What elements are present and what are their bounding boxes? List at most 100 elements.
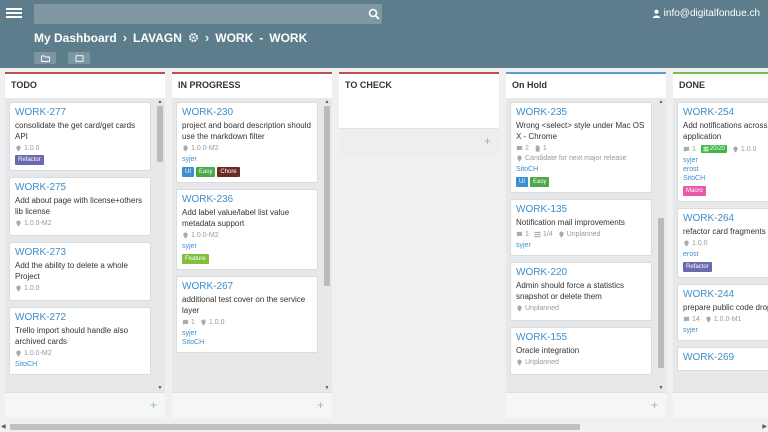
column-title: TO CHECK [339, 74, 499, 98]
card-title: additional test cover on the service lay… [182, 295, 306, 315]
card-id[interactable]: WORK-155 [516, 332, 646, 343]
assigned-user[interactable]: syjer [516, 241, 646, 250]
card[interactable]: WORK-236 Add label value/label list valu… [176, 189, 318, 270]
card-id[interactable]: WORK-269 [683, 352, 768, 363]
card[interactable]: WORK-230 project and board description s… [176, 102, 318, 183]
marker-icon [16, 285, 21, 292]
user-email: info@digitalfondue.ch [663, 8, 760, 19]
card-title: project and board description should use… [182, 121, 311, 141]
card[interactable]: WORK-254 Add notifications across applic… [677, 102, 768, 202]
assigned-user[interactable]: syjer [182, 155, 312, 164]
card[interactable]: WORK-155 Oracle integration Unplanned [510, 327, 652, 375]
milestone: Unplanned [525, 305, 559, 312]
card[interactable]: WORK-135 Notification mail improvements … [510, 199, 652, 256]
add-card-button[interactable]: + [317, 398, 324, 412]
card[interactable]: WORK-275 Add about page with license+oth… [9, 177, 151, 236]
card-id[interactable]: WORK-235 [516, 107, 646, 118]
column-scrollbar[interactable]: ▲ ▼ [658, 100, 664, 391]
card-title: Add about page with license+others lib l… [15, 196, 142, 216]
checklist-icon [703, 146, 709, 152]
scroll-left-icon[interactable]: ◀ [1, 423, 6, 430]
card-id[interactable]: WORK-220 [516, 267, 646, 278]
menu-icon[interactable] [6, 6, 22, 22]
column-scrollbar[interactable]: ▲ ▼ [157, 100, 163, 391]
assigned-user[interactable]: syjer [683, 326, 768, 335]
folder-icon [40, 55, 50, 62]
search-input[interactable] [34, 4, 382, 24]
assigned-user[interactable]: erost [683, 250, 768, 259]
comment-icon [683, 316, 690, 323]
card-title: Add notifications across application [683, 121, 768, 141]
card[interactable]: WORK-267 additional test cover on the se… [176, 276, 318, 353]
column-body: WORK-235 Wrong <select> style under Mac … [506, 98, 666, 392]
breadcrumb-separator: - [259, 30, 264, 45]
assigned-user[interactable]: syjer [182, 242, 312, 251]
breadcrumb-board-2[interactable]: WORK [269, 31, 307, 45]
label-macro: Macro [683, 186, 706, 196]
assigned-user[interactable]: SitoCH [15, 360, 145, 369]
card-id[interactable]: WORK-244 [683, 289, 768, 300]
column-footer: + [339, 128, 499, 156]
gear-icon[interactable] [188, 32, 199, 43]
column-body: WORK-277 consolidate the get card/get ca… [5, 98, 165, 392]
card[interactable]: WORK-273 Add the ability to delete a who… [9, 242, 151, 301]
label-ui: UI [516, 177, 528, 187]
column-body [339, 98, 499, 128]
window-button[interactable] [68, 52, 90, 64]
marker-icon [16, 145, 21, 152]
breadcrumb-dashboard[interactable]: My Dashboard [34, 31, 117, 45]
column-footer: + [5, 392, 165, 418]
folder-button[interactable] [34, 52, 56, 64]
card-id[interactable]: WORK-275 [15, 182, 145, 193]
card-id[interactable]: WORK-135 [516, 204, 646, 215]
card-id[interactable]: WORK-267 [182, 281, 312, 292]
scroll-right-icon[interactable]: ▶ [762, 423, 767, 430]
breadcrumb: My Dashboard › LAVAGN › WORK - WORK [34, 30, 307, 45]
card-id[interactable]: WORK-236 [182, 194, 312, 205]
scrollbar-thumb[interactable] [10, 424, 580, 430]
card-title: consolidate the get card/get cards API [15, 121, 136, 141]
assigned-user[interactable]: SitoCH [182, 338, 312, 347]
card-id[interactable]: WORK-272 [15, 312, 145, 323]
label-feature: Feature [182, 254, 209, 264]
card-id[interactable]: WORK-230 [182, 107, 312, 118]
assigned-user[interactable]: SitoCH [683, 174, 768, 183]
checklist-count: 1/4 [542, 231, 553, 238]
card-title: prepare public code drop [683, 303, 768, 312]
milestone: 1.0.0 [24, 285, 40, 292]
file-icon [535, 145, 540, 152]
column-title: On Hold [506, 74, 666, 98]
assigned-user[interactable]: syjer [683, 156, 768, 165]
comment-count: 2 [525, 145, 529, 152]
card-id[interactable]: WORK-254 [683, 107, 768, 118]
marker-icon [558, 231, 564, 238]
search-icon[interactable] [368, 8, 380, 20]
user-menu[interactable]: info@digitalfondue.ch [652, 8, 760, 19]
card-id[interactable]: WORK-277 [15, 107, 145, 118]
column-body: WORK-254 Add notifications across applic… [673, 98, 768, 392]
milestone: 1.0.0 [740, 145, 757, 153]
add-card-button[interactable]: + [484, 134, 491, 148]
assigned-user[interactable]: erost [683, 165, 768, 174]
column-scrollbar[interactable]: ▲ ▼ [324, 100, 330, 391]
card[interactable]: WORK-244 prepare public code drop 14 1.0… [677, 284, 768, 341]
assigned-user[interactable]: SitoCH [516, 165, 646, 174]
card-title: refactor card fragments [683, 227, 766, 236]
assigned-user[interactable]: syjer [182, 329, 312, 338]
add-card-button[interactable]: + [651, 398, 658, 412]
breadcrumb-project[interactable]: LAVAGN [133, 31, 182, 45]
card[interactable]: WORK-264 refactor card fragments 1.0.0 e… [677, 208, 768, 278]
card[interactable]: WORK-272 Trello import should handle als… [9, 307, 151, 375]
marker-icon [517, 359, 522, 366]
add-card-button[interactable]: + [150, 398, 157, 412]
card[interactable]: WORK-235 Wrong <select> style under Mac … [510, 102, 652, 193]
breadcrumb-board-1[interactable]: WORK [215, 31, 253, 45]
card[interactable]: WORK-220 Admin should force a statistics… [510, 262, 652, 321]
comment-count: 1 [692, 145, 696, 153]
card-id[interactable]: WORK-273 [15, 247, 145, 258]
card[interactable]: WORK-269 [677, 347, 768, 371]
card[interactable]: WORK-277 consolidate the get card/get ca… [9, 102, 151, 171]
card-id[interactable]: WORK-264 [683, 213, 768, 224]
horizontal-scrollbar[interactable]: ◀ ▶ [0, 422, 768, 432]
milestone: 1.0.0-M2 [191, 145, 219, 152]
